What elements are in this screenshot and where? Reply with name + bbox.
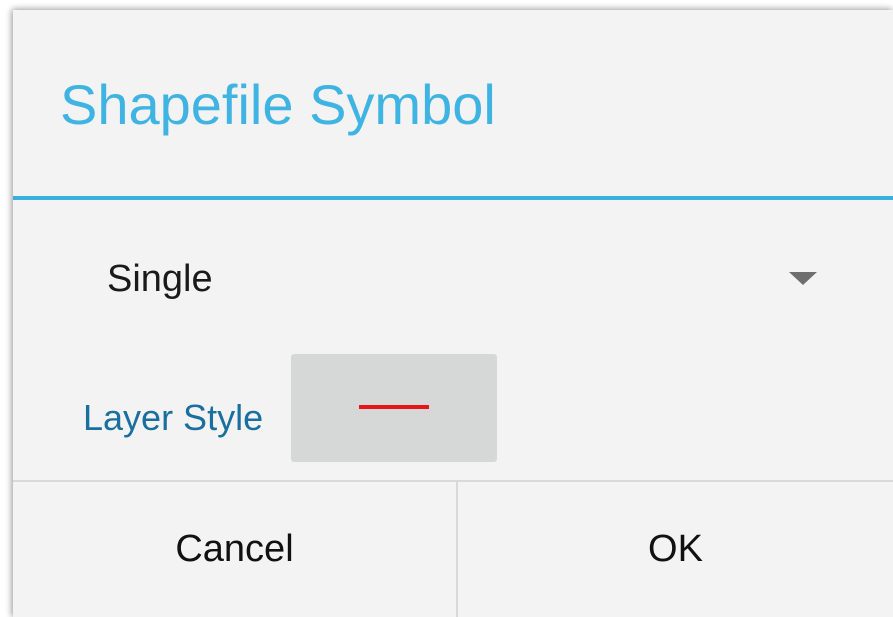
symbol-type-value: Single [107, 258, 213, 300]
ok-button[interactable]: OK [458, 482, 893, 617]
dropdown-arrow-icon [789, 272, 817, 285]
layer-style-button[interactable] [291, 354, 497, 462]
title-divider [13, 196, 893, 200]
dialog-title: Shapefile Symbol [60, 73, 496, 136]
layer-style-label: Layer Style [83, 397, 264, 438]
shapefile-symbol-dialog: Shapefile Symbol Single Layer Style Canc… [13, 10, 893, 617]
line-symbol-icon [359, 405, 429, 409]
cancel-button[interactable]: Cancel [13, 482, 456, 617]
symbol-type-dropdown[interactable]: Single [73, 240, 843, 320]
